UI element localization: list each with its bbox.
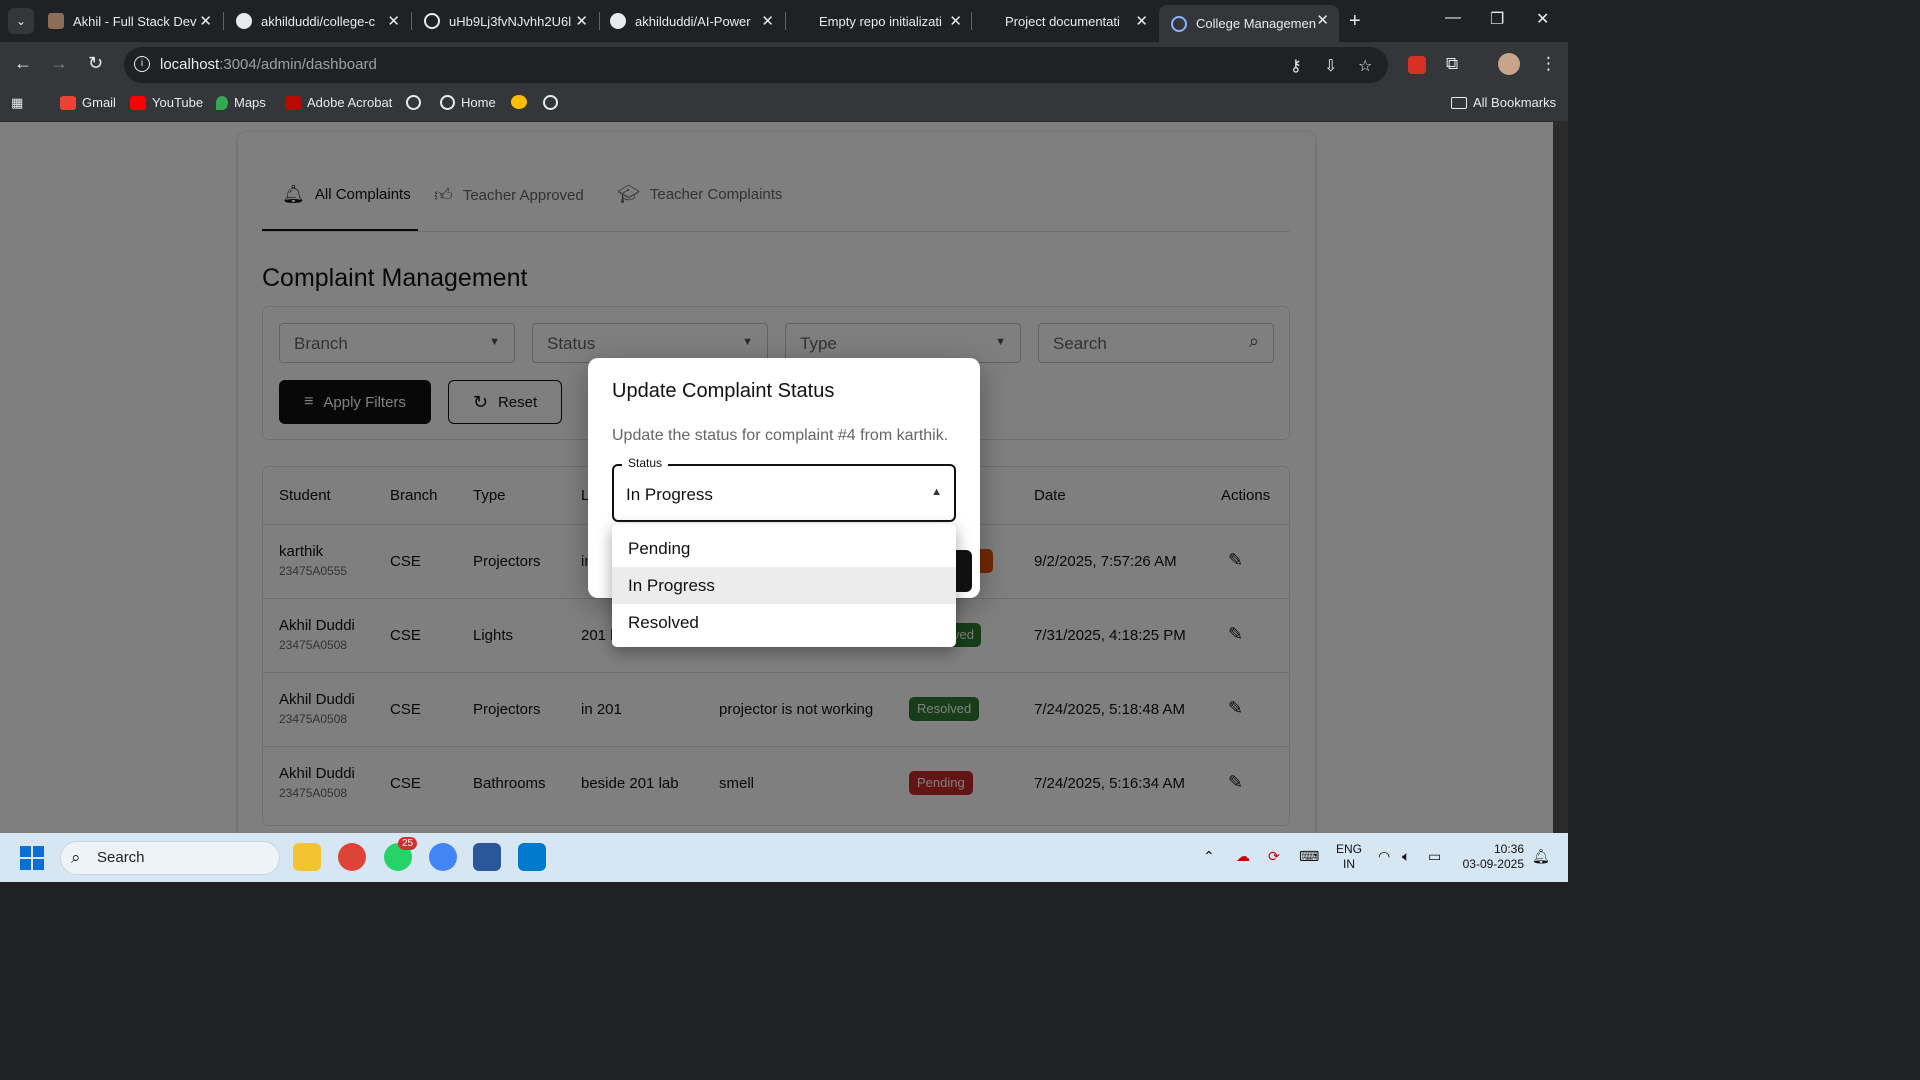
bookmark-maps[interactable]: Maps <box>216 95 266 110</box>
close-tab-icon[interactable]: ✕ <box>1135 12 1148 30</box>
bookmark-star-icon[interactable]: ☆ <box>1358 56 1372 76</box>
close-tab-icon[interactable]: ✕ <box>1316 11 1329 29</box>
bookmark-pinwheel[interactable] <box>511 95 533 109</box>
option-resolved[interactable]: Resolved <box>612 604 956 641</box>
whatsapp-icon[interactable]: 25 <box>384 837 418 871</box>
tab-title: College Managemen <box>1196 16 1316 31</box>
restore-icon[interactable]: ❐ <box>1490 9 1504 29</box>
page-scrollbar[interactable] <box>1553 122 1568 833</box>
tab-title: Akhil - Full Stack Dev <box>73 13 197 29</box>
browser-tab-6[interactable]: Project documentati ✕ <box>972 6 1158 36</box>
browser-tab-5[interactable]: Empty repo initializati ✕ <box>786 6 972 36</box>
wifi-icon[interactable]: ◠ <box>1378 848 1390 865</box>
close-tab-icon[interactable]: ✕ <box>949 12 962 30</box>
bookmark-globe-1[interactable] <box>406 95 421 110</box>
bookmark-adobe-acrobat[interactable]: Adobe Acrobat <box>285 95 392 110</box>
chrome-icon[interactable] <box>338 843 366 871</box>
tab-title: akhilduddi/college-c <box>261 13 376 29</box>
tab-title: uHb9Lj3fvNJvhh2U6l <box>449 13 572 29</box>
page-viewport: 🔔︎ All Complaints 👍︎ Teacher Approved 🎓︎… <box>0 122 1553 833</box>
url-text: localhost:3004/admin/dashboard <box>160 56 377 73</box>
browser-toolbar: ← → ↻ i localhost:3004/admin/dashboard ⚷… <box>0 42 1568 88</box>
youtube-icon <box>130 95 146 110</box>
clock[interactable]: 10:36 03-09-2025 <box>1460 842 1524 872</box>
browser-tab-3[interactable]: uHb9Lj3fvNJvhh2U6l ✕ <box>412 6 598 36</box>
tab-title: akhilduddi/AI-Power <box>635 13 751 29</box>
globe-icon <box>406 95 421 110</box>
apps-grid-icon[interactable]: ▦ <box>11 95 23 111</box>
github-favicon-icon <box>610 13 626 29</box>
tab-title: Project documentati <box>1005 13 1120 29</box>
browser-tab-4[interactable]: akhilduddi/AI-Power ✕ <box>598 6 784 36</box>
browser-menu-icon[interactable]: ⋮ <box>1540 54 1557 74</box>
globe-icon <box>440 95 455 110</box>
react-favicon-icon <box>1171 15 1187 32</box>
close-tab-icon[interactable]: ✕ <box>761 12 774 30</box>
volume-icon[interactable]: 🔈︎ <box>1402 848 1410 865</box>
keyboard-icon[interactable]: ⌨ <box>1299 848 1319 865</box>
word-icon[interactable] <box>473 843 501 871</box>
option-in-progress[interactable]: In Progress <box>612 567 956 604</box>
onedrive-icon[interactable]: ☁ <box>1236 848 1250 865</box>
notification-badge: 25 <box>398 837 418 850</box>
close-window-icon[interactable]: ✕ <box>1536 9 1549 29</box>
profile-favicon-icon <box>48 13 64 29</box>
close-tab-icon[interactable]: ✕ <box>575 12 588 30</box>
bookmark-globe-2[interactable] <box>543 95 564 110</box>
globe-icon <box>543 95 558 110</box>
browser-tab-bar: ⌄ Akhil - Full Stack Dev ✕ akhilduddi/co… <box>0 0 1568 42</box>
file-explorer-icon[interactable] <box>293 843 321 871</box>
dropdown-arrow-up-icon: ▲ <box>931 486 942 498</box>
chrome-profile-icon[interactable] <box>429 843 457 871</box>
bookmark-youtube[interactable]: YouTube <box>130 95 203 110</box>
extension-icon[interactable] <box>1408 56 1426 74</box>
field-label: Status <box>622 456 669 470</box>
address-bar[interactable]: i localhost:3004/admin/dashboard ⚷ ⇩ ☆ <box>124 47 1388 83</box>
browser-tab-active[interactable]: College Managemen ✕ <box>1159 5 1339 42</box>
folder-icon <box>1451 96 1467 109</box>
reload-icon[interactable]: ↻ <box>88 53 103 74</box>
option-pending[interactable]: Pending <box>612 530 956 567</box>
profile-avatar[interactable] <box>1498 53 1520 75</box>
install-app-icon[interactable]: ⇩ <box>1324 56 1337 76</box>
status-select-field[interactable]: Status In Progress ▲ <box>612 456 956 522</box>
minimize-icon[interactable]: — <box>1445 9 1461 27</box>
tab-search-chevron-icon[interactable]: ⌄ <box>8 8 34 34</box>
globe-favicon-icon <box>424 13 440 29</box>
password-key-icon[interactable]: ⚷ <box>1290 56 1302 76</box>
windows-taskbar: ⌕ Search 25 ⌃ ☁ ⟳ ⌨ ENG IN ◠ 🔈︎ ▭ 10:36 03… <box>0 833 1568 882</box>
site-info-icon[interactable]: i <box>134 56 150 72</box>
notifications-bell-icon[interactable]: 🔔︎ <box>1532 848 1550 865</box>
input-language[interactable]: ENG IN <box>1336 842 1362 872</box>
extensions-puzzle-icon[interactable]: ⧉ <box>1446 54 1458 74</box>
all-bookmarks[interactable]: All Bookmarks <box>1451 95 1556 110</box>
dialog-description: Update the status for complaint #4 from … <box>612 427 949 444</box>
battery-icon[interactable]: ▭ <box>1428 848 1441 865</box>
search-icon: ⌕ <box>71 848 81 867</box>
browser-tab-2[interactable]: akhilduddi/college-c ✕ <box>224 6 410 36</box>
bookmark-gmail[interactable]: Gmail <box>60 95 116 110</box>
browser-tab-1[interactable]: Akhil - Full Stack Dev ✕ <box>36 6 222 36</box>
field-value: In Progress <box>626 485 713 504</box>
acrobat-icon <box>285 95 301 110</box>
close-tab-icon[interactable]: ✕ <box>387 12 400 30</box>
dialog-title: Update Complaint Status <box>612 380 835 402</box>
sync-icon[interactable]: ⟳ <box>1268 848 1280 865</box>
tab-title: Empty repo initializati <box>819 13 942 29</box>
status-options-menu: Pending In Progress Resolved <box>612 524 956 647</box>
pinwheel-icon <box>511 95 527 109</box>
gmail-icon <box>60 95 76 110</box>
vscode-icon[interactable] <box>518 843 546 871</box>
windows-start-icon[interactable] <box>20 846 44 870</box>
forward-icon[interactable]: → <box>50 53 68 74</box>
bookmarks-bar: ▦ Gmail YouTube Maps Adobe Acrobat Home … <box>0 88 1568 122</box>
maps-pin-icon <box>216 95 228 110</box>
tray-overflow-chevron-icon[interactable]: ⌃ <box>1203 848 1215 865</box>
close-tab-icon[interactable]: ✕ <box>199 12 212 30</box>
taskbar-search[interactable]: ⌕ Search <box>60 841 280 875</box>
github-favicon-icon <box>236 13 252 29</box>
bookmark-home[interactable]: Home <box>440 95 496 110</box>
new-tab-icon[interactable]: + <box>1349 10 1361 33</box>
back-icon[interactable]: ← <box>14 53 32 74</box>
